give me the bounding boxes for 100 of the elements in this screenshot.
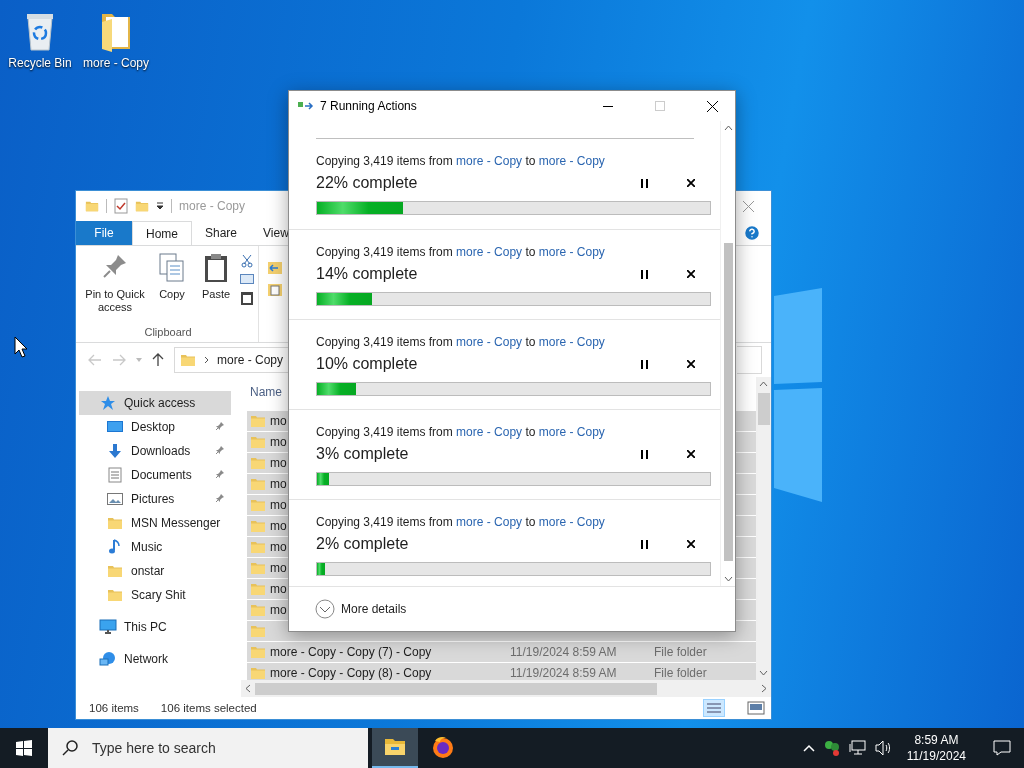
nav-item[interactable]: onstar <box>79 559 231 583</box>
ribbon-button[interactable]: Paste <box>196 252 236 301</box>
destination-link[interactable]: more - Copy <box>538 245 605 259</box>
close-icon <box>687 179 695 187</box>
search-field[interactable]: Type here to search <box>48 728 368 768</box>
vertical-scrollbar[interactable] <box>720 121 735 586</box>
picture-icon <box>107 492 123 506</box>
ribbon-button[interactable]: Pin to Quick access <box>82 252 148 314</box>
icon-label[interactable]: Recycle Bin <box>8 56 72 70</box>
source-link[interactable]: more - Copy <box>456 515 523 529</box>
horizontal-scrollbar[interactable] <box>241 680 771 697</box>
nav-item[interactable]: Pictures <box>79 487 231 511</box>
source-link[interactable]: more - Copy <box>456 154 523 168</box>
close-icon <box>742 200 754 212</box>
minimize-icon <box>603 105 613 107</box>
expand-icon[interactable] <box>315 599 335 619</box>
nav-item[interactable]: Quick access <box>79 391 231 415</box>
folder-icon <box>250 497 266 513</box>
network-icon[interactable] <box>848 740 867 756</box>
thumbnails-view-icon[interactable] <box>747 701 765 715</box>
ribbon-button[interactable]: Copy <box>152 252 192 301</box>
checklist-icon[interactable] <box>114 198 128 214</box>
pin-icon[interactable] <box>215 445 225 455</box>
nav-item[interactable]: MSN Messenger <box>79 511 231 535</box>
clock[interactable]: 8:59 AM 11/19/2024 <box>900 732 972 764</box>
ribbon-tab[interactable]: File <box>76 221 132 245</box>
windows-icon <box>16 740 32 756</box>
folder-icon <box>107 515 123 531</box>
destination-link[interactable]: more - Copy <box>538 425 605 439</box>
scroll-thumb[interactable] <box>757 393 770 425</box>
file-name: more - Copy - Copy (8) - Copy <box>270 666 433 680</box>
up-arrow-icon[interactable] <box>152 353 164 367</box>
file-name: mo <box>270 519 287 533</box>
action-description: Copying 3,419 items from more - Copy to more - Copy <box>316 335 606 349</box>
destination-link[interactable]: more - Copy <box>538 335 605 349</box>
file-name: mo <box>270 435 287 449</box>
scissors-icon[interactable] <box>240 254 254 268</box>
cursor-icon <box>14 336 28 358</box>
source-link[interactable]: more - Copy <box>456 335 523 349</box>
dropdown-icon[interactable] <box>156 202 164 210</box>
group-label: Clipboard <box>144 326 192 338</box>
chevron-left-icon[interactable] <box>245 684 251 693</box>
pin-icon[interactable] <box>215 493 225 503</box>
source-link[interactable]: more - Copy <box>456 245 523 259</box>
close-icon <box>687 270 695 278</box>
folder-icon <box>180 352 196 368</box>
nav-item[interactable]: Network <box>79 647 231 671</box>
folder-icon <box>250 560 266 576</box>
download-icon <box>107 443 123 459</box>
scroll-thumb[interactable] <box>723 243 733 561</box>
close-icon <box>687 360 695 368</box>
window-title: more - Copy <box>179 199 246 213</box>
copy-to-icon[interactable] <box>267 282 283 298</box>
search-field[interactable] <box>737 346 762 374</box>
nav-item[interactable]: Downloads <box>79 439 231 463</box>
more-details-link[interactable]: More details <box>341 602 407 616</box>
source-link[interactable]: more - Copy <box>456 425 523 439</box>
close-icon <box>706 100 718 112</box>
icon-label[interactable]: more - Copy <box>83 56 149 70</box>
file-row[interactable]: more - Copy - Copy (8) - Copy 11/19/2024 8:59 AM File folder <box>247 663 756 683</box>
taskbar-app-button[interactable] <box>372 728 418 768</box>
file-name: mo <box>270 477 287 491</box>
destination-link[interactable]: more - Copy <box>538 515 605 529</box>
help-icon[interactable] <box>743 224 761 242</box>
window-title: 7 Running Actions <box>320 99 417 113</box>
music-note-icon <box>108 539 122 555</box>
pin-icon[interactable] <box>215 469 225 479</box>
progress-status: 10% complete <box>316 355 419 373</box>
people-icon[interactable] <box>822 739 841 757</box>
action-description: Copying 3,419 items from more - Copy to more - Copy <box>316 154 606 168</box>
folder-icon <box>250 539 266 555</box>
pin-icon[interactable] <box>215 421 225 431</box>
folder-icon <box>250 476 266 492</box>
nav-item[interactable]: Documents <box>79 463 231 487</box>
column-header[interactable]: Name <box>250 385 282 399</box>
pause-icon <box>640 449 648 459</box>
ribbon-tab[interactable]: Share <box>192 221 251 245</box>
scroll-thumb[interactable] <box>255 682 657 695</box>
chevron-down-icon[interactable] <box>723 576 733 582</box>
chevron-right-icon[interactable] <box>761 684 767 693</box>
nav-item[interactable]: This PC <box>79 615 231 639</box>
move-icon[interactable] <box>267 260 283 276</box>
folder-icon <box>250 665 266 681</box>
computer-icon <box>99 619 117 635</box>
chevron-down-icon[interactable] <box>759 670 768 676</box>
monitor-icon <box>107 420 123 434</box>
folder-icon <box>384 738 406 756</box>
file-row[interactable]: more - Copy - Copy (7) - Copy 11/19/2024 8:59 AM File folder <box>247 642 756 662</box>
nav-item[interactable]: Desktop <box>79 415 231 439</box>
close-icon <box>687 540 695 548</box>
progress-status: 3% complete <box>316 445 410 463</box>
nav-item[interactable]: Music <box>79 535 231 559</box>
folder-icon <box>107 563 123 579</box>
destination-link[interactable]: more - Copy <box>538 154 605 168</box>
firefox-icon <box>431 735 455 759</box>
nav-item[interactable]: Scary Shit <box>79 583 231 607</box>
volume-icon[interactable] <box>874 740 893 756</box>
ribbon-tab[interactable]: Home <box>132 221 192 245</box>
folder-icon <box>250 434 266 450</box>
vertical-scrollbar[interactable] <box>756 377 771 680</box>
